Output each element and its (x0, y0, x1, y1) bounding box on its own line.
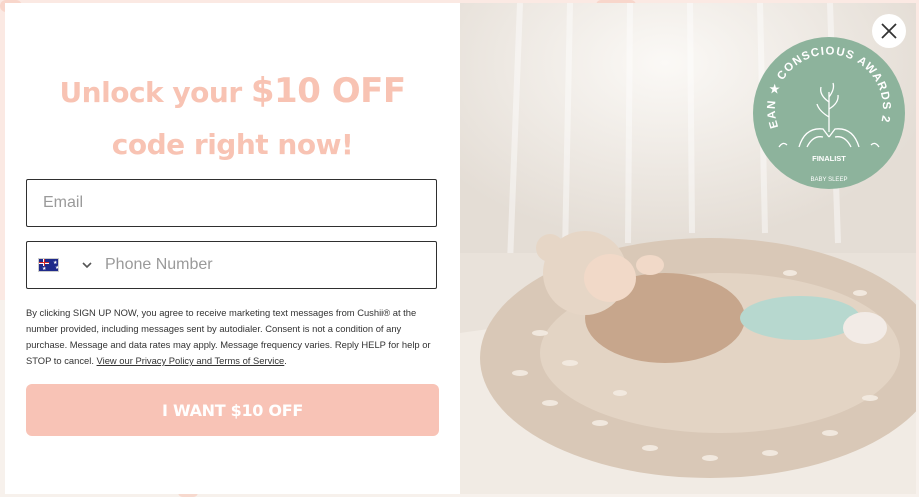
headline-prefix: Unlock your (59, 76, 251, 109)
australia-flag-icon: ★ ★ ★ (38, 258, 59, 272)
badge-status: FINALIST (812, 154, 846, 163)
chevron-down-icon (82, 262, 92, 269)
email-input[interactable] (27, 180, 436, 226)
email-field-wrapper (26, 179, 437, 227)
baby-lounger-photo: CLEAN ★ CONSCIOUS AWARDS 2021 FINALIST B… (460, 3, 916, 494)
close-button[interactable] (872, 14, 906, 48)
legal-suffix: . (284, 355, 287, 366)
badge-category: BABY SLEEP (811, 177, 848, 183)
country-selector[interactable]: ★ ★ ★ (27, 242, 103, 288)
headline-line-2: code right now! (111, 128, 354, 161)
headline: Unlock your $10 OFF code right now! (25, 67, 440, 169)
claim-discount-button[interactable]: I WANT $10 OFF (26, 384, 439, 436)
privacy-terms-link[interactable]: View our Privacy Policy and Terms of Ser… (97, 355, 285, 366)
headline-amount: $10 OFF (250, 71, 406, 111)
phone-number-input[interactable] (103, 242, 433, 288)
signup-modal: Unlock your $10 OFF code right now! ★ ★ … (5, 3, 916, 494)
clean-conscious-awards-badge: CLEAN ★ CONSCIOUS AWARDS 2021 FINALIST B… (748, 28, 905, 189)
svg-text:CLEAN ★ CONSCIOUS AWARDS 2021: CLEAN ★ CONSCIOUS AWARDS 2021 (753, 37, 892, 130)
phone-field-wrapper: ★ ★ ★ (26, 241, 437, 289)
legal-disclaimer: By clicking SIGN UP NOW, you agree to re… (26, 305, 438, 369)
signup-form-panel: Unlock your $10 OFF code right now! ★ ★ … (5, 3, 460, 494)
badge-arc-text: CLEAN ★ CONSCIOUS AWARDS 2021 (748, 28, 891, 130)
close-icon (881, 23, 897, 39)
